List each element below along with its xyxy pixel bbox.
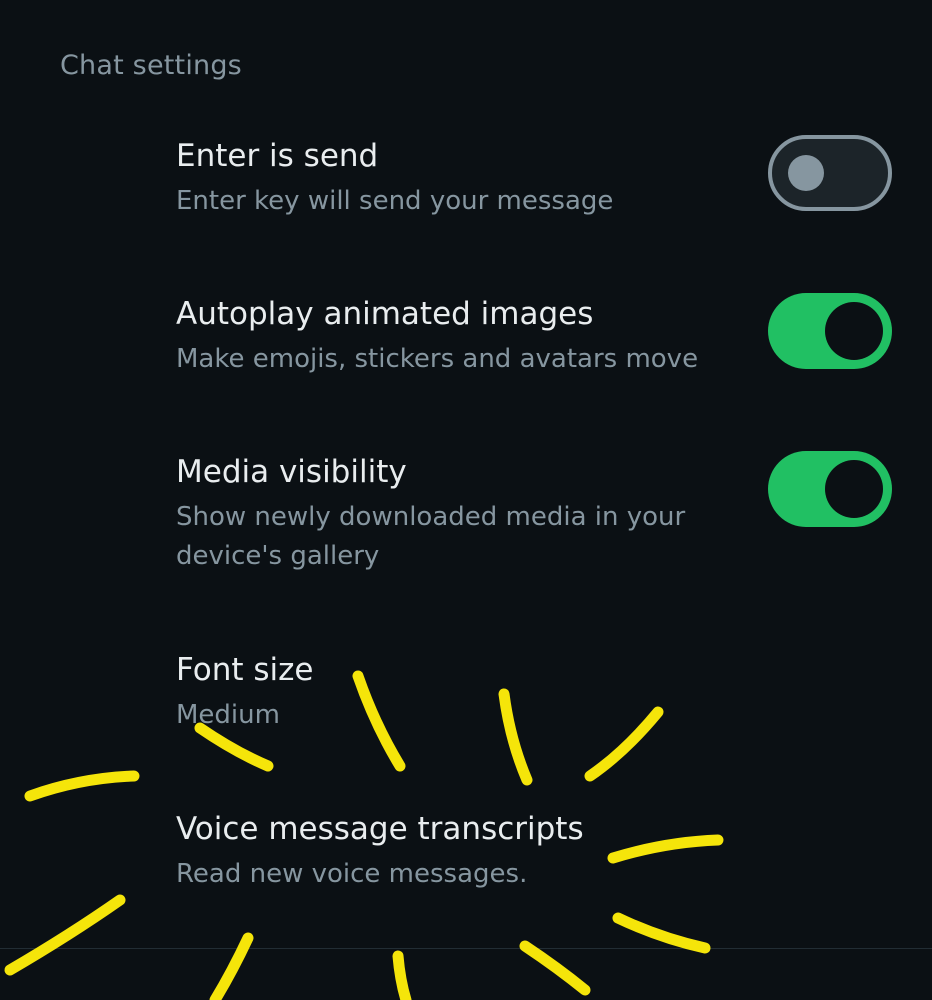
setting-description: Enter key will send your message — [176, 186, 614, 216]
scribble-stroke — [519, 940, 591, 996]
setting-autoplay-animated-images[interactable]: Autoplay animated images Make emojis, st… — [0, 293, 932, 406]
scribble-stroke — [392, 950, 412, 1000]
setting-description: Medium — [176, 700, 280, 730]
setting-enter-is-send[interactable]: Enter is send Enter key will send your m… — [0, 135, 932, 248]
setting-title: Font size — [176, 652, 314, 688]
toggle-knob — [825, 302, 883, 360]
setting-title: Media visibility — [176, 454, 407, 490]
setting-title: Voice message transcripts — [176, 811, 584, 847]
toggle-knob — [825, 460, 883, 518]
bottom-divider — [0, 948, 932, 949]
setting-media-visibility[interactable]: Media visibility Show newly downloaded m… — [0, 451, 932, 594]
setting-title: Enter is send — [176, 138, 379, 174]
setting-title: Autoplay animated images — [176, 296, 594, 332]
autoplay-animated-images-toggle[interactable] — [768, 293, 892, 369]
setting-font-size[interactable]: Font size Medium — [0, 652, 932, 762]
section-header-chat-settings: Chat settings — [60, 50, 242, 81]
scribble-stroke — [612, 912, 711, 954]
setting-description: Read new voice messages. — [176, 859, 528, 889]
setting-description: Show newly downloaded media in your devi… — [176, 502, 686, 571]
enter-is-send-toggle[interactable] — [768, 135, 892, 211]
setting-voice-message-transcripts[interactable]: Voice message transcripts Read new voice… — [0, 811, 932, 921]
media-visibility-toggle[interactable] — [768, 451, 892, 527]
scribble-stroke — [24, 770, 140, 802]
setting-description: Make emojis, stickers and avatars move — [176, 344, 699, 374]
toggle-knob — [788, 155, 824, 191]
